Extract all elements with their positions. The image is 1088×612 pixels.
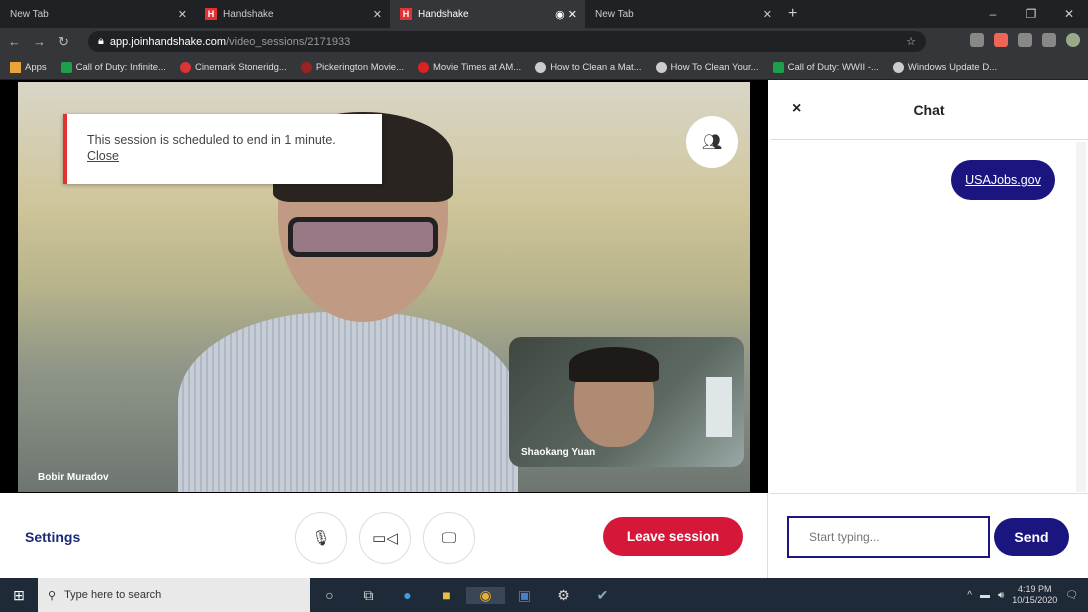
cortana-icon[interactable]: ○ (310, 587, 349, 603)
extension-icon[interactable] (1018, 33, 1032, 47)
extension-icon[interactable] (994, 33, 1008, 47)
chat-message-link[interactable]: USAJobs.gov (951, 160, 1055, 200)
chat-panel: ×Chat USAJobs.gov Send (770, 80, 1088, 578)
bookmark[interactable]: How To Clean Your... (655, 61, 759, 73)
handshake-icon: H (400, 8, 412, 20)
task-view-icon[interactable]: ⧉ (349, 587, 388, 604)
video-area: Bobir Muradov This session is scheduled … (0, 80, 768, 493)
restore-icon[interactable]: ❐ (1012, 0, 1050, 28)
tab-new-tab-1[interactable]: New Tab ✕ (0, 0, 195, 28)
new-tab-icon[interactable]: + (788, 5, 797, 23)
close-icon[interactable]: ◉ ✕ (555, 8, 577, 21)
main-participant-name: Bobir Muradov (38, 472, 109, 483)
globe-icon (892, 61, 904, 73)
back-icon[interactable]: ← (8, 34, 21, 49)
lock-icon: 🔒︎ (98, 35, 104, 47)
file-explorer-icon[interactable]: ■ (427, 587, 466, 603)
apps-grid-icon (10, 61, 21, 73)
bookmark[interactable]: Pickerington Movie... (300, 61, 404, 73)
chrome-icon[interactable]: ◉ (466, 586, 505, 604)
send-button[interactable]: Send (994, 518, 1069, 556)
word-icon[interactable]: ▣ (505, 587, 544, 604)
close-icon[interactable]: ✕ (178, 8, 187, 21)
bookmark[interactable]: Call of Duty: Infinite... (60, 61, 166, 73)
screen-share-button[interactable]: 🖵︎ (423, 512, 475, 564)
pip-participant-name: Shaokang Yuan (521, 447, 596, 458)
bookmark[interactable]: Call of Duty: WWII -... (772, 61, 879, 73)
bookmark-apps[interactable]: Apps (10, 61, 47, 73)
taskbar: ⊞ ⚲ Type here to search ○ ⧉ ● ■ ◉ ▣ ⚙ ✔ ^… (0, 578, 1088, 612)
tab-handshake-2[interactable]: H Handshake ◉ ✕ (390, 0, 585, 28)
network-icon[interactable]: ▬ (980, 590, 990, 601)
volume-icon[interactable]: 🔊︎ (998, 590, 1004, 601)
extensions-puzzle-icon[interactable] (1042, 33, 1056, 47)
self-video: Shaokang Yuan (509, 337, 744, 467)
globe-icon (535, 61, 547, 73)
tab-strip: New Tab ✕ H Handshake ✕ H Handshake ◉ ✕ New T… (0, 0, 1088, 28)
extension-icon[interactable] (970, 33, 984, 47)
microphone-button[interactable]: 🎙︎ (295, 512, 347, 564)
microphone-icon: 🎙︎ (311, 530, 331, 547)
reload-icon[interactable]: ↻ (58, 34, 69, 50)
scrollbar[interactable] (1076, 142, 1086, 492)
monitor-icon: 🖵︎ (441, 529, 457, 547)
camera-button[interactable]: ▭◁ (359, 512, 411, 564)
leave-session-button[interactable]: Leave session (603, 517, 743, 556)
settings-link[interactable]: Settings (25, 529, 80, 545)
search-icon: ⚲ (48, 589, 57, 602)
nav-bar: ← → ↻ 🔒︎ app.joinhandshake.com/video_sessio… (0, 28, 1088, 55)
bookmark[interactable]: Cinemark Stoneridg... (179, 61, 287, 73)
tray-chevron-icon[interactable]: ^ (967, 590, 972, 601)
controls-bar: Settings 🎙︎ ▭◁ 🖵︎ Leave session (0, 493, 768, 578)
handshake-icon: H (205, 8, 217, 20)
bookmark[interactable]: How to Clean a Mat... (535, 61, 642, 73)
taskbar-search[interactable]: ⚲ Type here to search (38, 578, 310, 612)
close-icon[interactable]: ✕ (763, 8, 772, 21)
windows-start-icon[interactable]: ⊞ (0, 587, 38, 604)
clock[interactable]: 4:19 PM 10/15/2020 (1012, 584, 1057, 606)
tab-handshake-1[interactable]: H Handshake ✕ (195, 0, 390, 28)
participants-button[interactable]: 👥︎ (686, 116, 738, 168)
minimize-icon[interactable]: – (974, 0, 1012, 28)
bookmark-star-icon[interactable]: ☆ (906, 35, 916, 48)
edge-icon[interactable]: ● (388, 587, 427, 603)
session-end-toast: This session is scheduled to end in 1 mi… (63, 114, 382, 184)
chat-input[interactable] (787, 516, 990, 558)
address-bar[interactable]: 🔒︎ app.joinhandshake.com/video_sessions/2… (88, 31, 926, 52)
chat-title: Chat (913, 102, 945, 118)
people-icon: 👥︎ (701, 134, 723, 151)
close-icon[interactable]: ✕ (373, 8, 382, 21)
toast-close-link[interactable]: Close (87, 148, 362, 164)
notifications-icon[interactable]: 🗨︎ (1065, 590, 1078, 601)
steam-icon[interactable]: ✔ (583, 587, 622, 604)
globe-icon (655, 61, 667, 73)
video-camera-icon: ▭◁ (372, 530, 398, 547)
settings-gear-icon[interactable]: ⚙ (544, 587, 583, 604)
bookmark[interactable]: Movie Times at AM... (418, 61, 521, 73)
forward-icon[interactable]: → (33, 34, 46, 49)
tab-new-tab-2[interactable]: New Tab ✕ (585, 0, 780, 28)
avatar[interactable] (1066, 33, 1080, 47)
close-window-icon[interactable]: ✕ (1050, 0, 1088, 28)
bookmarks-bar: Apps Call of Duty: Infinite... Cinemark … (0, 55, 1088, 80)
bookmark[interactable]: Windows Update D... (892, 61, 997, 73)
